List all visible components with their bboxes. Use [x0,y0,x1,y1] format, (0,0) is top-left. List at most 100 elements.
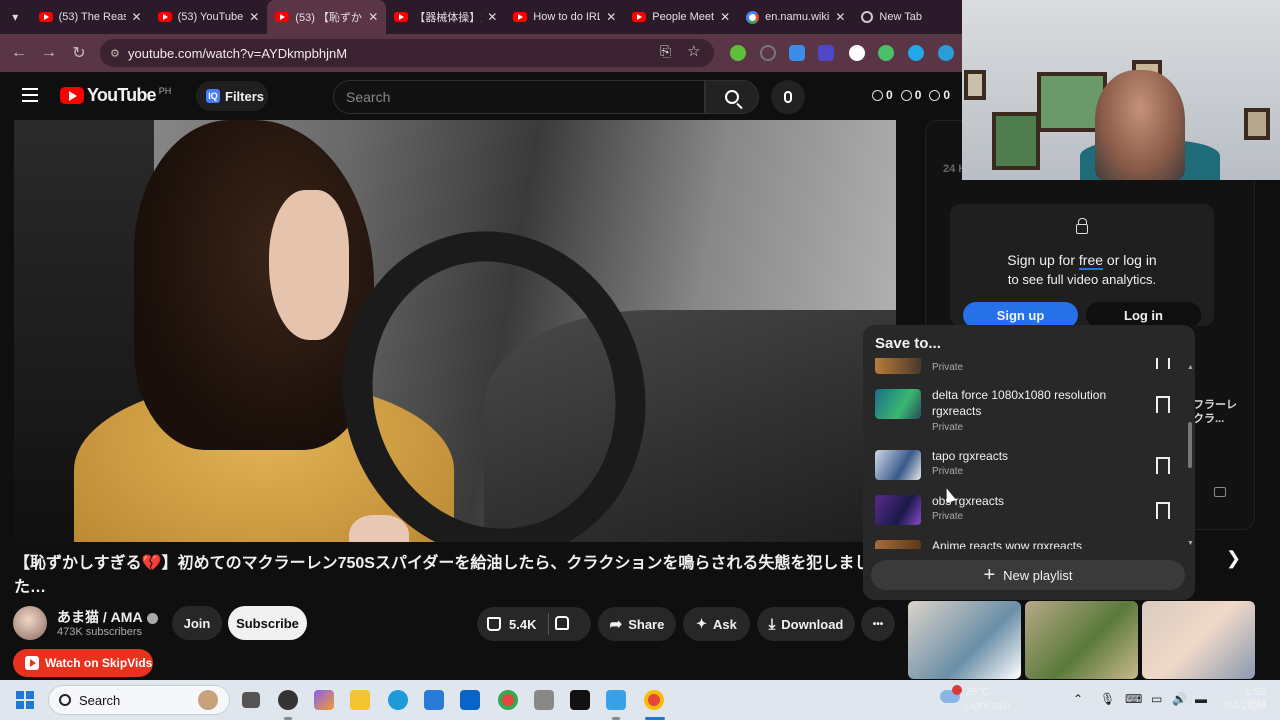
youtube-icon [157,12,172,22]
scroll-up-arrow[interactable]: ▲ [1187,364,1194,371]
chrome-icon[interactable] [498,690,518,710]
close-tab-icon[interactable]: ✕ [368,10,378,24]
like-dislike-group: 5.4K [477,607,591,641]
youtube-icon [513,12,528,22]
search-button[interactable] [705,80,759,114]
outlook-icon[interactable] [460,690,480,710]
scroll-down-arrow[interactable]: ▼ [1187,540,1194,547]
share-button[interactable]: ➦ Share [598,607,676,641]
playlist-item[interactable]: delta force 1080x1080 resolution rgxreac… [875,387,1185,435]
extension-icon[interactable] [730,45,746,61]
copilot-icon[interactable] [314,690,334,710]
browser-tab-active[interactable]: (53) 【恥ずかし✕ [267,0,387,34]
scrollbar-thumb[interactable] [1188,422,1192,468]
task-view-icon[interactable] [242,692,260,708]
site-info-icon[interactable]: ⚙ [110,47,128,60]
extension-icon[interactable] [849,45,865,61]
browser-tab[interactable]: en.namu.wiki ✕ [738,0,853,34]
watch-on-skipvids-button[interactable]: Watch on SkipVids [13,649,153,677]
subscribe-button[interactable]: Subscribe [228,606,307,640]
bookmark-icon[interactable] [1156,502,1170,525]
video-player[interactable] [14,120,896,542]
back-icon[interactable]: ← [4,44,34,62]
extension-icon[interactable] [760,45,776,61]
more-actions-button[interactable]: ••• [861,607,895,641]
battery-icon[interactable]: ▬ [1195,692,1207,706]
address-bar[interactable]: ⚙ youtube.com/watch?v=AYDkmpbhjnM [100,39,714,67]
store-icon[interactable] [424,690,444,710]
browser-tab[interactable]: New Tab [853,0,962,34]
clock-date[interactable]: 8/4/2026 [1216,700,1266,712]
microphone-icon[interactable]: 🎙 [1100,692,1115,706]
app-icon[interactable] [534,690,554,710]
close-tab-icon[interactable]: ✕ [132,10,142,24]
playlist-thumbnail [875,358,921,374]
video-title: 【恥ずかしすぎる💔】初めてのマクラーレン750Sスパイダーを給油したら、クラクシ… [14,555,871,596]
stat-item: 0 [900,88,921,102]
related-thumbnail[interactable] [908,601,1021,679]
extension-icon[interactable] [878,45,894,61]
browser-tab[interactable]: How to do IRL ✕ [505,0,624,34]
playlist-item[interactable]: Anime reacts wow rgxreacts [875,538,1185,549]
playlist-name: obs rgxreacts [932,494,1005,508]
edge-icon[interactable] [938,45,954,61]
webcam-wall-frame [1244,108,1270,140]
close-tab-icon[interactable]: ✕ [487,10,497,24]
close-tab-icon[interactable]: ✕ [249,10,259,24]
browser-tab[interactable]: People Meet ✕ [624,0,738,34]
close-tab-icon[interactable]: ✕ [835,10,845,24]
like-button[interactable]: 5.4K [487,617,536,632]
channel-name[interactable]: あま猫 / AMA [57,607,158,627]
display-icon[interactable]: ▭ [1151,692,1162,706]
youtube-logo[interactable]: YouTube PH [60,85,171,106]
playlist-item[interactable]: Private [875,358,1185,374]
ask-button[interactable]: ✦ Ask [683,607,750,641]
new-playlist-button[interactable]: + New playlist [871,560,1185,590]
sparkle-icon: ✦ [696,616,708,631]
playlist-item[interactable]: obs rgxreacts Private [875,493,1185,527]
close-tab-icon[interactable]: ✕ [606,10,616,24]
bookmark-icon[interactable] [1156,358,1170,374]
file-explorer-icon[interactable] [350,690,370,710]
windows-start-icon[interactable] [16,691,34,709]
filters-button[interactable]: IQ Filters [196,81,268,111]
extension-icon[interactable] [908,45,924,61]
analytics-line-2: to see full video analytics. [1007,272,1157,287]
related-thumbnail[interactable] [1142,601,1255,679]
extension-icon[interactable] [818,45,834,61]
dislike-button[interactable] [555,615,570,633]
edge-icon[interactable] [388,690,408,710]
tray-overflow-icon[interactable]: ⌃ [1073,692,1083,706]
playlist-item[interactable]: tapo rgxreacts Private [875,448,1185,482]
keyboard-icon[interactable]: ⌨ [1125,692,1142,706]
close-tab-icon[interactable]: ✕ [720,10,730,24]
obs-icon[interactable] [278,690,298,710]
voice-search-button[interactable] [771,80,805,114]
chevron-right-icon[interactable]: ❯ [1226,548,1241,569]
download-button[interactable]: ⤓ Download [757,607,855,641]
forward-icon[interactable]: → [34,44,64,62]
related-thumbnail[interactable] [1025,601,1138,679]
tab-search-icon[interactable]: ▾ [0,0,31,34]
install-icon[interactable]: ⎘ [660,43,671,60]
reload-icon[interactable]: ↻ [64,43,94,63]
browser-tab[interactable]: (53) The Reas ✕ [31,0,150,34]
channel-avatar[interactable] [13,606,47,640]
browser-tab[interactable]: 【器械体操】加✕ [386,0,505,34]
volume-icon[interactable]: 🔊 [1172,692,1187,706]
notepad-icon[interactable] [606,690,626,710]
chrome-active-icon[interactable] [644,690,664,710]
search-input[interactable]: Search [333,80,705,114]
bookmark-icon[interactable] [1156,457,1170,480]
menu-icon[interactable] [22,88,38,102]
capcut-icon[interactable] [570,690,590,710]
playlist-thumbnail [875,540,921,549]
thumbs-up-icon [487,617,501,631]
join-button[interactable]: Join [172,606,222,640]
bookmark-star-icon[interactable]: ☆ [687,42,700,60]
browser-tab[interactable]: (53) YouTube ✕ [150,0,268,34]
bookmark-icon[interactable] [1156,396,1170,419]
sidebar-video-title-fragment[interactable]: フラーレ クラ... [1193,398,1237,426]
owl-widget-icon[interactable] [198,690,218,710]
extension-icon[interactable] [789,45,805,61]
